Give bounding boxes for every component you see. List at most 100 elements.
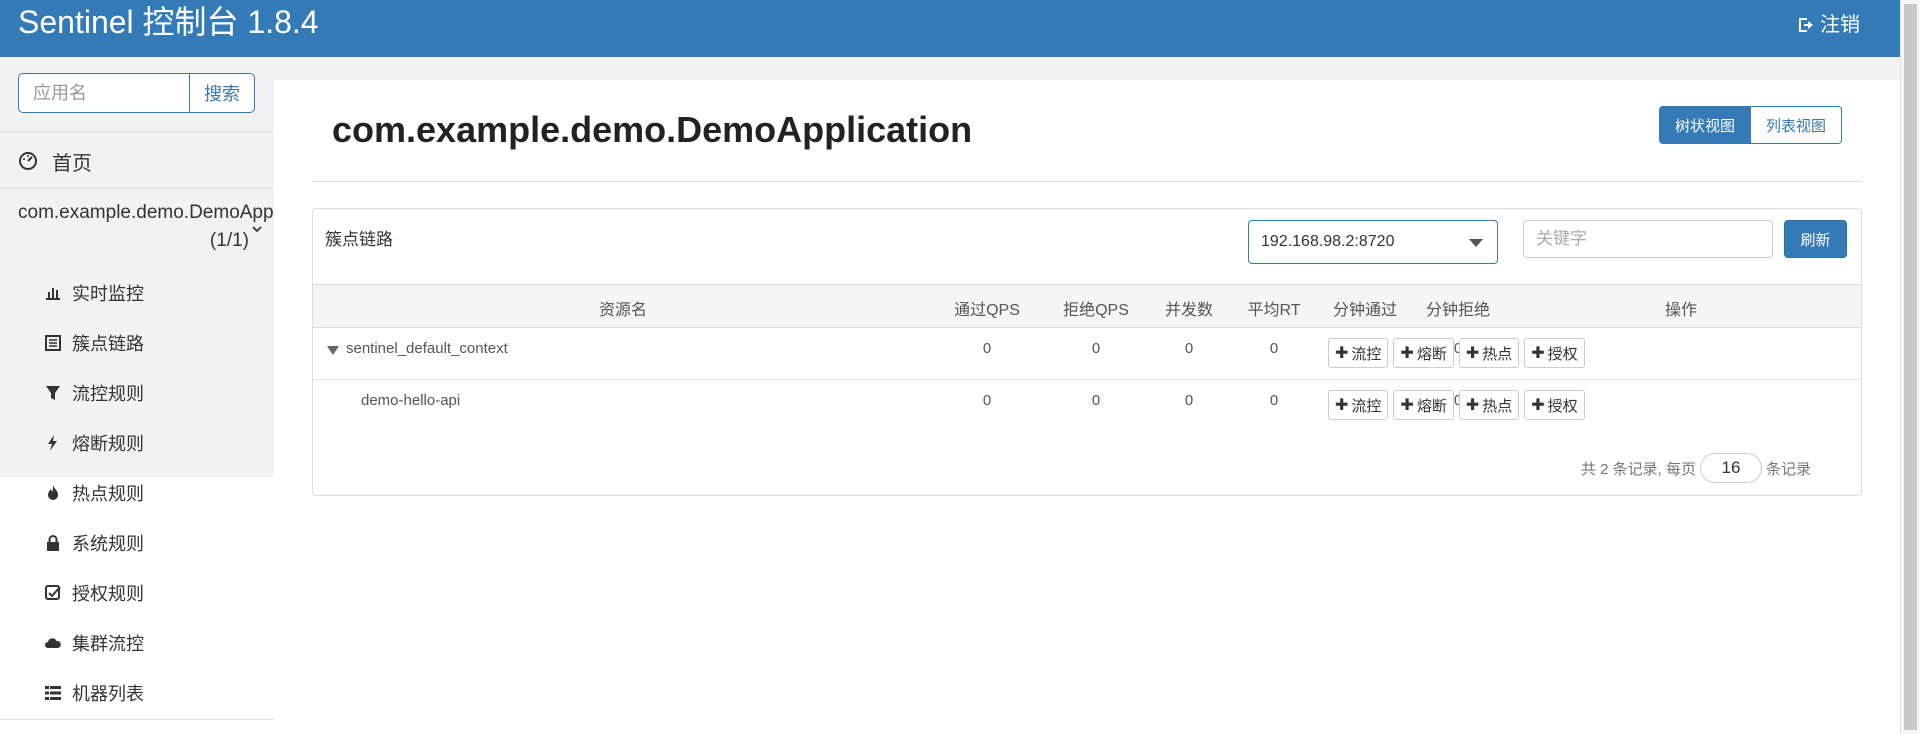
page-size-input[interactable] xyxy=(1699,453,1762,483)
panel-title: 簇点链路 xyxy=(325,230,393,249)
sidebar-item-hotspot-rules[interactable]: 热点规则 xyxy=(44,478,144,508)
sidebar-item-machine-list[interactable]: 机器列表 xyxy=(44,678,144,708)
plus-icon: ✚ xyxy=(1335,397,1349,414)
sidebar-item-cluster-flow[interactable]: 集群流控 xyxy=(44,628,144,658)
logout-button[interactable]: 注销 xyxy=(1796,12,1860,38)
add-degrade-rule-button[interactable]: ✚ 熔断 xyxy=(1393,390,1454,420)
filter-icon xyxy=(46,386,60,400)
scrollbar-thumb[interactable] xyxy=(1904,4,1917,730)
sidebar-item-label: 熔断规则 xyxy=(72,434,144,454)
dashboard-icon xyxy=(19,152,37,170)
sidebar-item-label: 流控规则 xyxy=(72,384,144,404)
keyword-input[interactable] xyxy=(1523,220,1773,258)
action-label: 授权 xyxy=(1547,397,1578,415)
flash-icon xyxy=(48,435,57,451)
divider xyxy=(0,131,274,132)
action-label: 热点 xyxy=(1482,397,1513,415)
add-hotspot-rule-button[interactable]: ✚ 热点 xyxy=(1458,390,1520,420)
chevron-down-icon xyxy=(252,226,262,233)
add-hotspot-rule-button[interactable]: ✚ 热点 xyxy=(1458,338,1520,368)
concurrency: 0 xyxy=(1184,340,1194,357)
app-search-input[interactable] xyxy=(18,73,189,113)
sidebar-item-cluster-link[interactable]: 簇点链路 xyxy=(44,328,144,358)
sidebar-item-system-rules[interactable]: 系统规则 xyxy=(44,528,144,558)
sidebar-item-flow-rules[interactable]: 流控规则 xyxy=(44,378,144,408)
caret-down-icon xyxy=(1469,239,1483,247)
action-label: 熔断 xyxy=(1416,345,1447,363)
logout-label: 注销 xyxy=(1820,14,1860,36)
column-header: 分钟拒绝 xyxy=(1425,302,1491,319)
sidebar-item-label: 热点规则 xyxy=(72,484,144,504)
pager-suffix: 条记录 xyxy=(1765,460,1811,478)
column-header: 操作 xyxy=(1664,302,1698,319)
sidebar-item-label: 集群流控 xyxy=(72,634,144,654)
block-qps: 0 xyxy=(1091,392,1101,409)
column-header: 拒绝QPS xyxy=(1063,302,1129,319)
concurrency: 0 xyxy=(1184,392,1194,409)
action-label: 流控 xyxy=(1351,345,1382,363)
bar-chart-icon xyxy=(46,288,60,300)
table-row: demo-hello-api 0 0 0 0 0 0 ✚流控 ✚熔断 ✚热点 ✚… xyxy=(313,380,1861,432)
app-machine-count: (1/1) xyxy=(209,230,249,251)
app-search-button[interactable]: 搜索 xyxy=(189,73,255,113)
app-search: 搜索 xyxy=(18,73,255,113)
row-actions: ✚ 流控 ✚ 熔断 ✚ 热点 ✚ 授权 xyxy=(1328,338,1585,368)
action-label: 热点 xyxy=(1482,345,1513,363)
sidebar-item-label: 系统规则 xyxy=(72,534,144,554)
machine-select[interactable]: 192.168.98.2:8720 xyxy=(1248,220,1498,264)
sidebar-item-label: 首页 xyxy=(52,152,92,175)
list-view-button[interactable]: 列表视图 xyxy=(1751,106,1843,144)
pass-qps: 0 xyxy=(982,392,992,409)
check-icon xyxy=(45,585,61,600)
resource-name: sentinel_default_context xyxy=(346,340,508,357)
add-flow-rule-button[interactable]: ✚ 流控 xyxy=(1328,338,1389,368)
sidebar-item-realtime-monitor[interactable]: 实时监控 xyxy=(44,278,144,308)
pagination-info: 共 2 条记录, 每页 条记录 xyxy=(1581,453,1811,483)
action-label: 流控 xyxy=(1351,397,1382,415)
refresh-button[interactable]: 刷新 xyxy=(1784,220,1847,258)
sidebar-item-label: 机器列表 xyxy=(72,684,144,704)
avg-rt: 0 xyxy=(1269,392,1279,409)
divider xyxy=(0,188,274,189)
sidebar-item-degrade-rules[interactable]: 熔断规则 xyxy=(44,428,144,458)
column-header: 通过QPS xyxy=(954,302,1020,319)
app-title[interactable]: Sentinel 控制台 1.8.4 xyxy=(18,2,319,42)
machine-select-value: 192.168.98.2:8720 xyxy=(1261,233,1395,250)
vertical-scrollbar[interactable] xyxy=(1900,0,1920,734)
avg-rt: 0 xyxy=(1269,340,1279,357)
column-header: 分钟通过 xyxy=(1332,302,1398,319)
plus-icon: ✚ xyxy=(1531,397,1545,414)
sidebar-app-entry[interactable]: com.example.demo.DemoApplication (1/1) xyxy=(18,199,333,251)
sidebar-highlight-area xyxy=(0,57,274,477)
add-degrade-rule-button[interactable]: ✚ 熔断 xyxy=(1393,338,1454,368)
divider xyxy=(312,181,1862,182)
row-actions: ✚ 流控 ✚ 熔断 ✚ 热点 ✚ 授权 xyxy=(1328,390,1585,420)
list-alt-icon xyxy=(45,335,61,351)
table-row: sentinel_default_context 0 0 0 0 0 0 ✚流控… xyxy=(313,328,1861,380)
sidebar-item-authority-rules[interactable]: 授权规则 xyxy=(44,578,144,608)
resource-panel: 簇点链路 192.168.98.2:8720 刷新 资源名 通过QPS 拒绝QP… xyxy=(312,208,1862,496)
page-title: com.example.demo.DemoApplication xyxy=(332,109,973,150)
add-authority-rule-button[interactable]: ✚ 授权 xyxy=(1524,338,1585,368)
action-label: 熔断 xyxy=(1416,397,1447,415)
plus-icon: ✚ xyxy=(1335,345,1349,362)
add-flow-rule-button[interactable]: ✚ 流控 xyxy=(1328,390,1389,420)
fire-icon xyxy=(48,485,58,500)
view-toggle: 树状视图 列表视图 xyxy=(1659,106,1843,144)
sidebar-item-home[interactable]: 首页 xyxy=(18,141,92,181)
top-navbar: Sentinel 控制台 1.8.4 注销 xyxy=(0,0,1900,57)
collapse-triangle-icon[interactable] xyxy=(327,346,339,355)
sidebar-item-label: 授权规则 xyxy=(72,584,144,604)
pass-qps: 0 xyxy=(982,340,992,357)
column-header: 并发数 xyxy=(1164,302,1214,319)
cloud-icon xyxy=(45,638,61,648)
sidebar-item-label: 实时监控 xyxy=(72,284,144,304)
pager-prefix: 共 2 条记录, 每页 xyxy=(1580,460,1696,478)
action-label: 授权 xyxy=(1547,345,1578,363)
add-authority-rule-button[interactable]: ✚ 授权 xyxy=(1524,390,1585,420)
plus-icon: ✚ xyxy=(1400,397,1414,414)
sidebar: 搜索 首页 com.example.demo.DemoApplication (… xyxy=(0,57,333,734)
plus-icon: ✚ xyxy=(1400,345,1414,362)
divider xyxy=(0,719,274,720)
tree-view-button[interactable]: 树状视图 xyxy=(1659,106,1752,144)
